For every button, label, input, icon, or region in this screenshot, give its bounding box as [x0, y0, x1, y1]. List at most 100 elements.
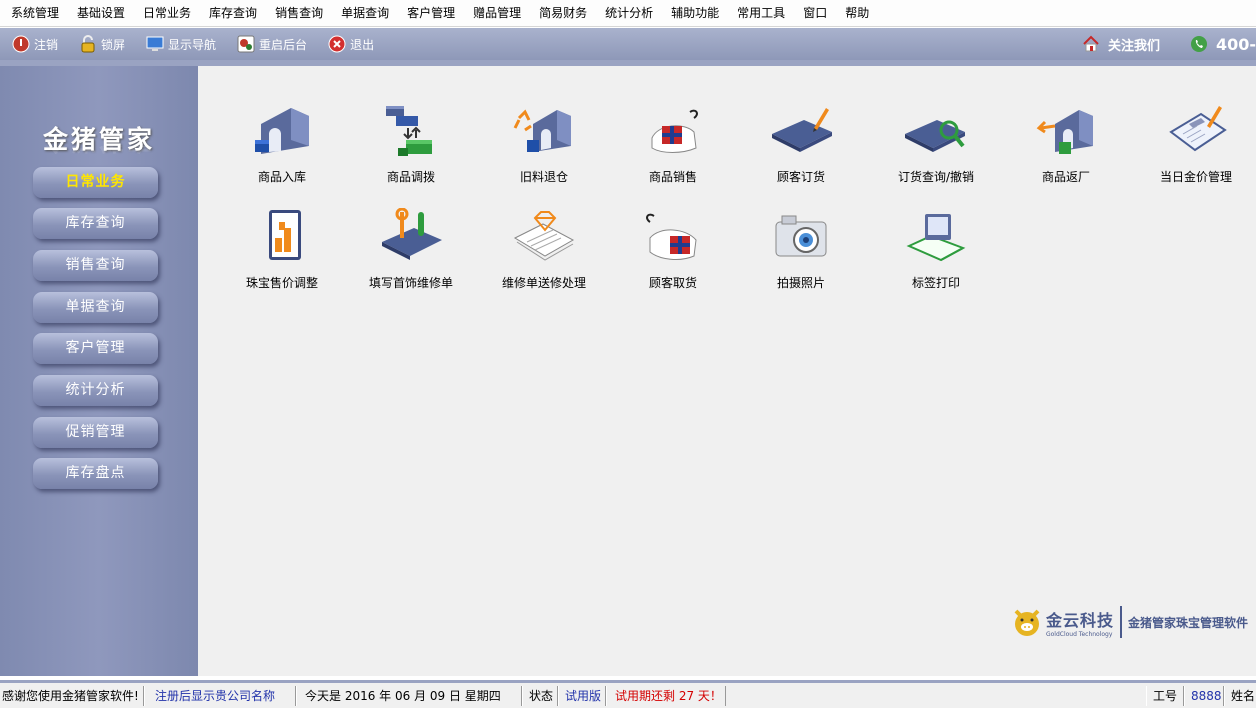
tile-customer-order-label: 顾客订货: [776, 170, 825, 184]
company-name: 金云科技: [1045, 610, 1114, 630]
tile-return-factory[interactable]: 商品返厂: [1006, 102, 1126, 185]
menu-tools[interactable]: 常用工具: [728, 0, 794, 27]
status-state-value: 试用版: [558, 685, 606, 706]
diamond-paper-icon: [509, 208, 579, 268]
company-brand: 金云科技 GoldCloud Technology 金猪管家珠宝管理软件: [1012, 606, 1248, 638]
restart-icon: [237, 35, 255, 53]
tile-repair-form-label: 填写首饰维修单: [368, 276, 453, 290]
status-job-value: 8888: [1184, 685, 1224, 706]
wrench-book-icon: [376, 207, 446, 268]
sidebar-item-stocktake[interactable]: 库存盘点: [33, 458, 158, 489]
tile-gold-price[interactable]: 当日金价管理: [1136, 102, 1256, 185]
menu-help[interactable]: 帮助: [836, 0, 878, 27]
tile-return-factory-label: 商品返厂: [1041, 170, 1090, 184]
menu-system[interactable]: 系统管理: [2, 0, 68, 27]
app-logo-reflection: 金猪管家: [0, 146, 198, 160]
gift-hand-icon: [638, 102, 708, 162]
menu-finance[interactable]: 简易财务: [530, 0, 596, 27]
sidebar-item-promotion[interactable]: 促销管理: [33, 417, 158, 448]
sidebar-item-customer[interactable]: 客户管理: [33, 333, 158, 364]
menu-window[interactable]: 窗口: [794, 0, 836, 27]
menu-sales-query[interactable]: 销售查询: [266, 0, 332, 27]
show-nav-label: 显示导航: [168, 37, 217, 52]
tile-label-print-label: 标签打印: [911, 276, 960, 290]
menu-document-query[interactable]: 单据查询: [332, 0, 398, 27]
restart-backend-button[interactable]: 重启后台: [225, 28, 316, 60]
sidebar-item-sales-query[interactable]: 销售查询: [33, 250, 158, 281]
status-right: 工号 8888 姓名: [1146, 683, 1256, 708]
tile-label-print[interactable]: 标签打印: [876, 208, 996, 291]
transfer-icon: [376, 102, 446, 162]
lock-icon: [79, 35, 97, 53]
exit-button[interactable]: 退出: [316, 28, 383, 60]
tile-gold-price-label: 当日金价管理: [1159, 170, 1232, 184]
power-icon: [12, 35, 30, 53]
tile-customer-pickup-label: 顾客取货: [648, 276, 697, 290]
tile-customer-order[interactable]: 顾客订货: [741, 102, 861, 185]
pig-logo-icon: [1012, 607, 1042, 637]
monitor-icon: [146, 35, 164, 53]
tile-transfer-label: 商品调拨: [386, 170, 435, 184]
status-thanks: 感谢您使用金猪管家软件!: [0, 685, 144, 706]
tile-sales[interactable]: 商品销售: [613, 102, 733, 185]
tile-old-material-return[interactable]: 旧料退仓: [484, 102, 604, 185]
menu-daily-business[interactable]: 日常业务: [134, 0, 200, 27]
sidebar-item-daily-business[interactable]: 日常业务: [33, 167, 158, 198]
status-state-label: 状态: [522, 685, 558, 706]
menu-auxiliary[interactable]: 辅助功能: [662, 0, 728, 27]
tile-price-adjust[interactable]: 珠宝售价调整: [222, 208, 342, 291]
menu-customer[interactable]: 客户管理: [398, 0, 464, 27]
product-tagline: 金猪管家珠宝管理软件: [1127, 615, 1248, 630]
warehouse-icon: [247, 102, 317, 162]
tile-repair-form[interactable]: 填写首饰维修单: [351, 207, 471, 291]
recycle-warehouse-icon: [509, 102, 579, 162]
exit-label: 退出: [350, 37, 375, 52]
notebook-pen-icon: [766, 102, 836, 162]
sidebar: 金猪管家 金猪管家 日常业务 库存查询 销售查询 单据查询 客户管理 统计分析 …: [0, 66, 198, 676]
tile-stock-in[interactable]: 商品入库: [222, 102, 342, 185]
tile-take-photo-label: 拍摄照片: [776, 276, 825, 290]
follow-us-label: 关注我们: [1107, 38, 1160, 54]
chart-panel-icon: [247, 208, 317, 268]
sidebar-item-document-query[interactable]: 单据查询: [33, 292, 158, 323]
phone-number: 400-: [1215, 34, 1256, 54]
tile-old-material-return-label: 旧料退仓: [519, 170, 568, 184]
phone-icon: [1190, 35, 1208, 53]
status-job-label: 工号: [1146, 685, 1184, 706]
status-date: 今天是 2016 年 06 月 09 日 星期四: [296, 685, 522, 706]
close-icon: [328, 35, 346, 53]
gift-pickup-icon: [638, 208, 708, 268]
home-icon: [1082, 35, 1100, 53]
tile-customer-pickup[interactable]: 顾客取货: [613, 208, 733, 291]
status-name-label: 姓名: [1224, 685, 1256, 706]
logout-button[interactable]: 注销: [0, 28, 67, 60]
company-name-block: 金云科技 GoldCloud Technology: [1046, 607, 1114, 638]
tile-sales-label: 商品销售: [648, 170, 697, 184]
restart-backend-label: 重启后台: [259, 37, 308, 52]
phone-info: 400-: [1190, 35, 1256, 54]
brand-divider: [1119, 606, 1122, 638]
tile-stock-in-label: 商品入库: [257, 170, 306, 184]
menu-inventory-query[interactable]: 库存查询: [200, 0, 266, 27]
status-register: 注册后显示贵公司名称: [144, 685, 296, 706]
main-panel: 商品入库 商品调拨 旧料退仓 商品销售 顾客订货 订货查询/撤销 商品返厂 当日…: [198, 66, 1256, 676]
menu-gifts[interactable]: 赠品管理: [464, 0, 530, 27]
menu-statistics[interactable]: 统计分析: [596, 0, 662, 27]
tile-order-query[interactable]: 订货查询/撤销: [876, 102, 996, 185]
sidebar-item-statistics[interactable]: 统计分析: [33, 375, 158, 406]
tile-take-photo[interactable]: 拍摄照片: [741, 208, 861, 291]
status-trial-remaining: 试用期还剩 27 天！: [606, 685, 726, 706]
status-bar: 感谢您使用金猪管家软件! 注册后显示贵公司名称 今天是 2016 年 06 月 …: [0, 680, 1256, 708]
tile-repair-processing[interactable]: 维修单送修处理: [484, 208, 604, 291]
menu-bar: 系统管理 基础设置 日常业务 库存查询 销售查询 单据查询 客户管理 赠品管理 …: [0, 0, 1256, 27]
printer-icon: [901, 208, 971, 268]
show-nav-button[interactable]: 显示导航: [134, 28, 225, 60]
clipboard-icon: [1161, 102, 1231, 162]
tile-price-adjust-label: 珠宝售价调整: [245, 276, 318, 290]
menu-basic-settings[interactable]: 基础设置: [68, 0, 134, 27]
follow-us-link[interactable]: 关注我们: [1082, 35, 1160, 54]
sidebar-item-inventory-query[interactable]: 库存查询: [33, 208, 158, 239]
toolbar-right: 关注我们 400-: [1052, 28, 1256, 60]
tile-transfer[interactable]: 商品调拨: [351, 102, 471, 185]
lock-screen-button[interactable]: 锁屏: [67, 28, 134, 60]
